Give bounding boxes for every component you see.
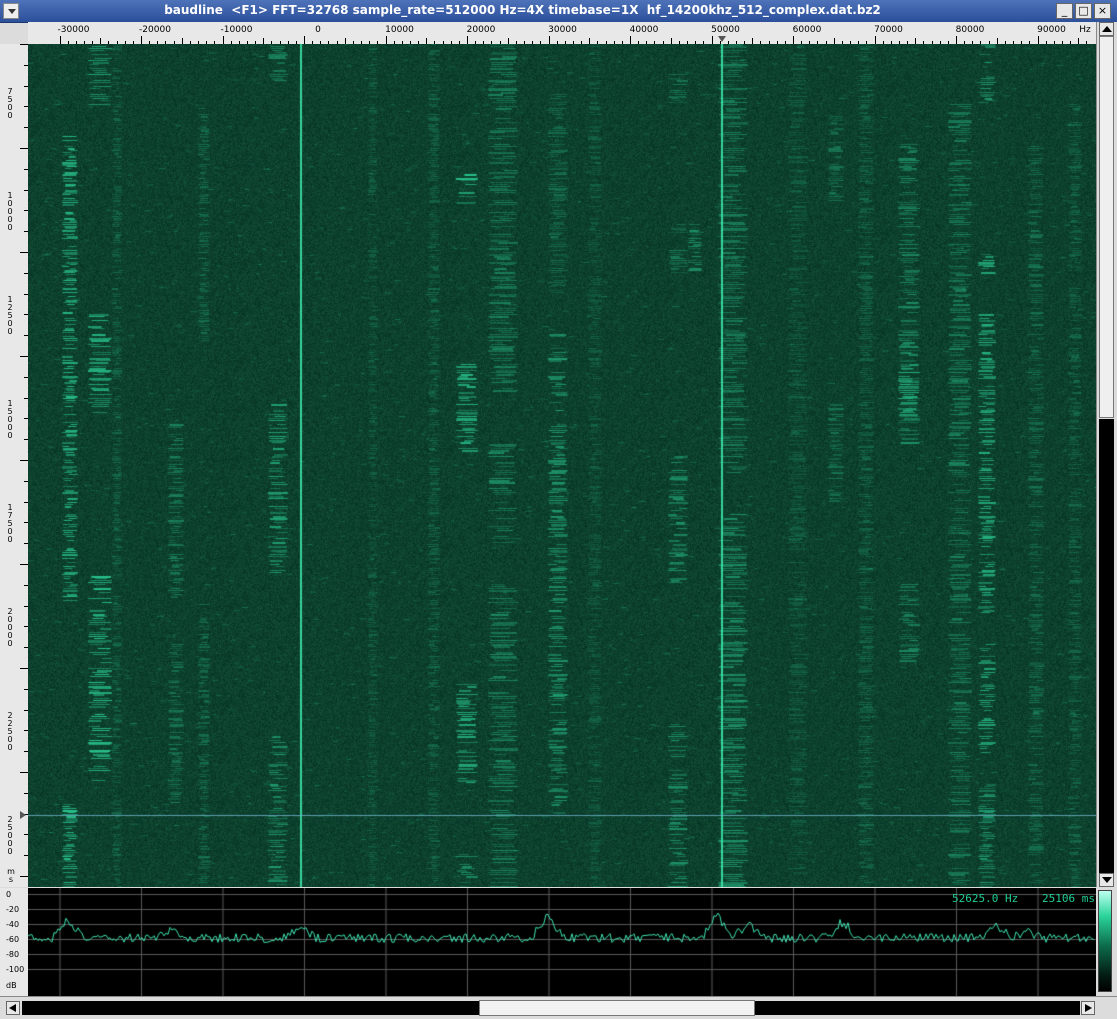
cursor-frequency-readout: 52625.0 Hz — [952, 892, 1019, 905]
db-tick-label: -20 — [6, 905, 20, 914]
frequency-cursor-marker — [718, 36, 726, 42]
frequency-tick-label: 40000 — [629, 25, 659, 35]
frequency-major-tick — [304, 36, 305, 44]
spectrogram-display[interactable] — [28, 44, 1096, 887]
scroll-left-arrow-icon[interactable] — [6, 1001, 20, 1015]
frequency-tick-label: 60000 — [792, 25, 822, 35]
time-tick — [20, 772, 28, 773]
frequency-major-tick — [222, 36, 224, 44]
frequency-tick-label: 70000 — [874, 25, 903, 35]
frequency-tick-label: 50000 — [711, 25, 740, 35]
time-tick-label: 15000 — [7, 399, 13, 440]
frequency-axis[interactable]: Hz -30000 -20000 -10000 0 10000 20000 30000 400… — [28, 22, 1096, 45]
time-tick — [20, 564, 28, 565]
time-tick-label: 10000 — [7, 191, 13, 232]
vertical-scrollbar[interactable] — [1096, 22, 1117, 887]
time-cursor-marker — [20, 811, 26, 819]
frequency-unit-label: Hz — [1079, 25, 1091, 35]
time-tick-label: 22500 — [7, 711, 13, 752]
window-title: baudline <F1> FFT=32768 sample_rate=5120… — [164, 3, 881, 17]
db-tick-label: 0 — [6, 890, 12, 899]
time-tick — [20, 44, 28, 45]
time-tick-label: 7500 — [7, 87, 13, 120]
frequency-tick-label: -30000 — [57, 25, 90, 35]
frequency-major-tick — [467, 36, 468, 44]
time-tick — [20, 148, 28, 149]
spectrum-plot[interactable]: 52625.0 Hz 25106 ms — [28, 888, 1096, 996]
time-tick — [20, 252, 28, 253]
frequency-tick-label: -10000 — [220, 25, 253, 35]
db-axis: dB 0 -20 -40 -60 -80 -100 — [0, 888, 29, 996]
time-tick — [20, 460, 28, 461]
frequency-tick-label: -20000 — [139, 25, 171, 35]
horizontal-scrollbar[interactable] — [0, 996, 1117, 1019]
time-tick-label: 17500 — [7, 503, 13, 544]
time-tick — [20, 356, 28, 357]
frequency-major-tick — [793, 36, 794, 44]
frequency-major-tick — [548, 36, 550, 44]
frequency-tick-label: 10000 — [385, 25, 414, 35]
time-tick — [20, 668, 28, 669]
vertical-scroll-trough[interactable] — [1099, 419, 1114, 874]
scroll-down-arrow-icon[interactable] — [1099, 873, 1114, 887]
cursor-time-readout: 25106 ms — [1042, 892, 1095, 905]
frequency-major-tick — [141, 36, 142, 44]
frequency-major-tick — [1037, 36, 1039, 44]
frequency-major-tick — [59, 36, 61, 44]
spectrogram-canvas[interactable] — [28, 44, 1096, 887]
time-axis[interactable]: ms 7500 10000 12500 15000 17500 20000 22500 250… — [0, 44, 29, 887]
maximize-button[interactable]: □ — [1075, 3, 1092, 19]
db-tick-label: -60 — [6, 935, 20, 944]
time-unit-label: ms — [7, 867, 15, 884]
frequency-tick-label: 30000 — [548, 25, 577, 35]
title-bar[interactable]: baudline <F1> FFT=32768 sample_rate=5120… — [0, 0, 1117, 23]
frequency-major-tick — [385, 36, 387, 44]
vertical-scroll-thumb[interactable] — [1099, 36, 1114, 418]
time-tick-label: 20000 — [7, 607, 13, 648]
time-tick — [20, 876, 28, 877]
time-tick-label: 12500 — [7, 295, 13, 336]
db-tick-label: -80 — [6, 950, 20, 959]
scroll-right-arrow-icon[interactable] — [1081, 1001, 1095, 1015]
color-aperture-bar[interactable] — [1098, 890, 1112, 992]
db-unit-label: dB — [6, 981, 17, 990]
spectrum-trace — [28, 888, 1096, 996]
baudline-window: baudline <F1> FFT=32768 sample_rate=5120… — [0, 0, 1117, 1019]
horizontal-scroll-thumb[interactable] — [479, 1000, 755, 1016]
db-tick-label: -100 — [6, 965, 25, 974]
frequency-major-tick — [956, 36, 957, 44]
frequency-tick-label: 90000 — [1037, 25, 1066, 35]
scroll-up-arrow-icon[interactable] — [1099, 22, 1114, 36]
color-aperture-panel[interactable] — [1096, 888, 1117, 996]
frequency-major-tick — [630, 36, 631, 44]
frequency-major-tick — [711, 36, 713, 44]
time-tick-label: 25000 — [7, 815, 13, 856]
frequency-tick-label: 0 — [315, 25, 321, 35]
close-button[interactable]: × — [1094, 3, 1111, 19]
frequency-major-tick — [874, 36, 876, 44]
db-tick-label: -40 — [6, 920, 20, 929]
minimize-button[interactable]: _ — [1056, 3, 1073, 19]
frequency-tick-label: 20000 — [466, 25, 496, 35]
frequency-tick-label: 80000 — [955, 25, 985, 35]
